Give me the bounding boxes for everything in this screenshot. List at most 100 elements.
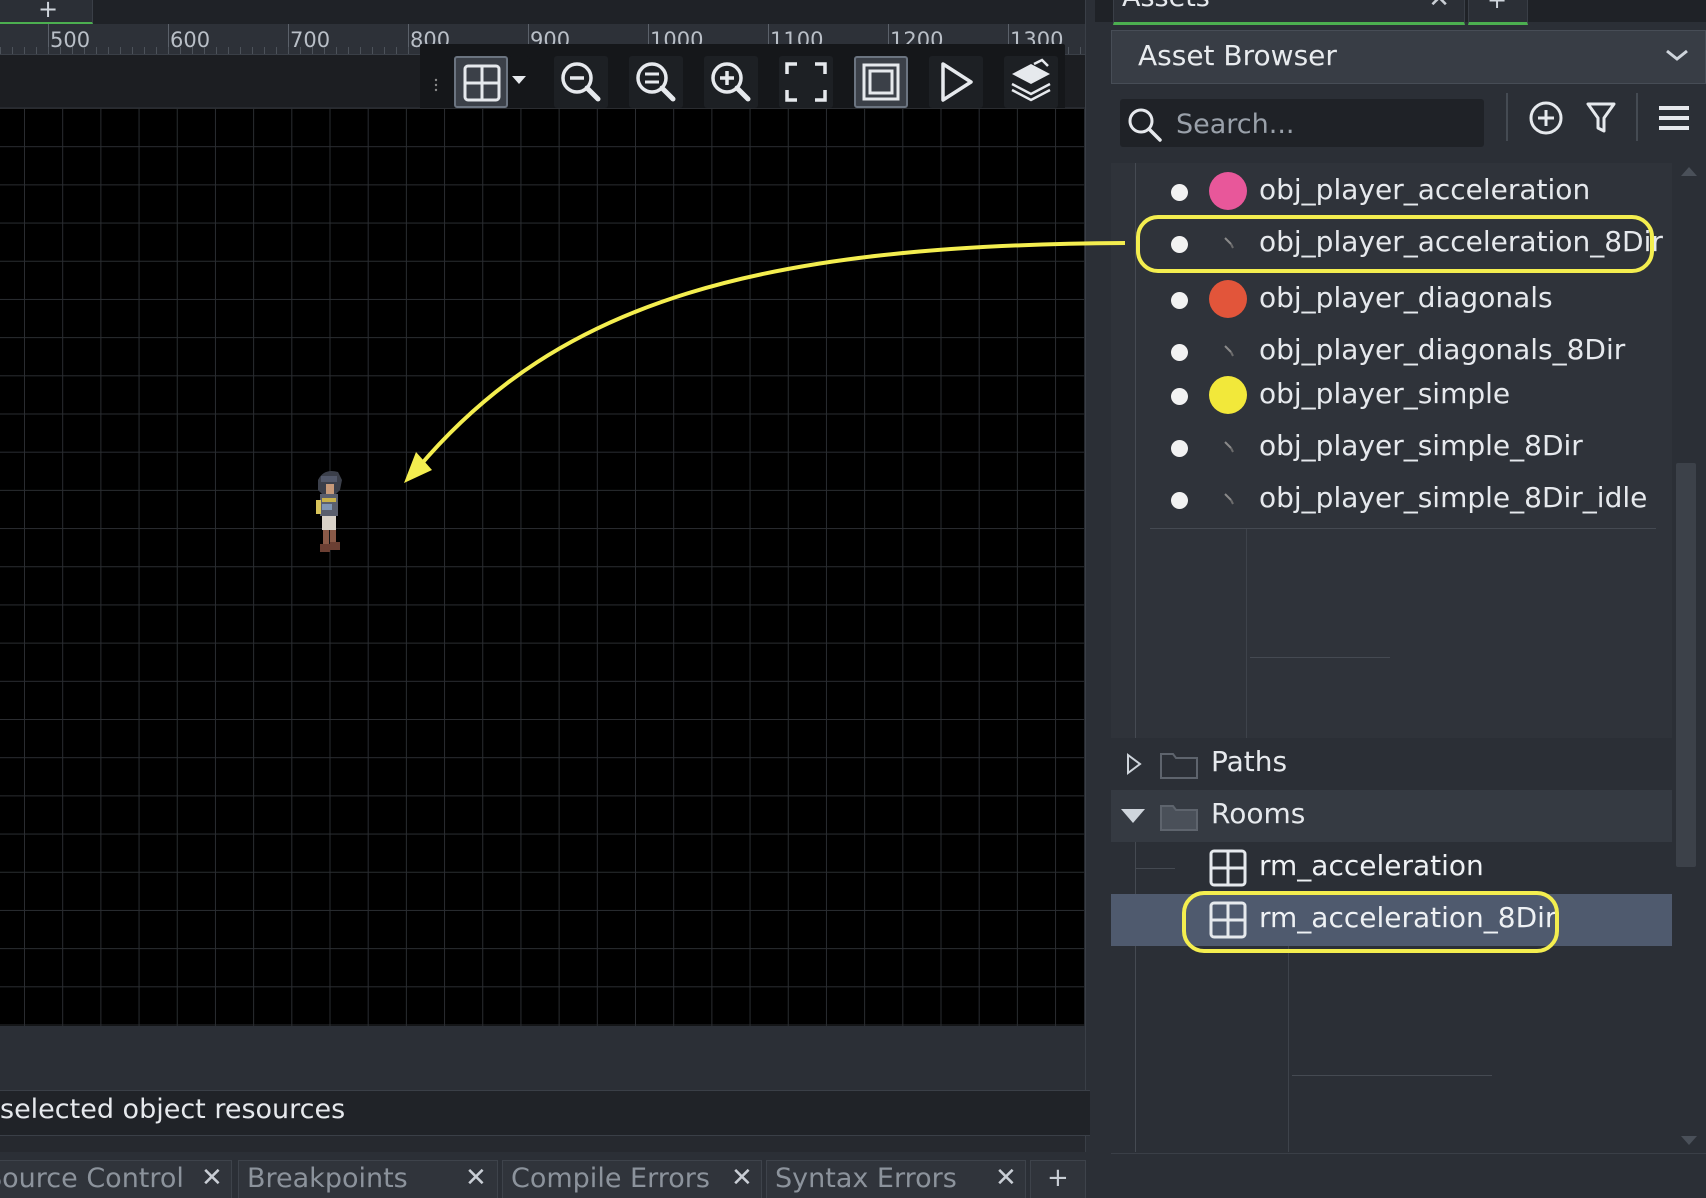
filter-icon[interactable]	[1584, 98, 1618, 138]
layers-icon[interactable]	[1004, 56, 1058, 108]
player-character-sprite[interactable]	[312, 468, 348, 560]
tab-label: Assets	[1122, 0, 1210, 13]
ruler-minor-tick	[0, 47, 1, 54]
ruler-minor-tick	[180, 47, 181, 54]
ruler-minor-tick	[300, 47, 301, 54]
list-item[interactable]: obj_player_simple	[1111, 370, 1672, 422]
tree-divider	[1150, 528, 1656, 529]
bullet-icon	[1171, 492, 1188, 509]
yellow-ball-icon	[1209, 376, 1247, 414]
red-ball-icon	[1209, 280, 1247, 318]
zoom-out-icon[interactable]	[554, 56, 608, 108]
tree-guide-line	[1292, 1075, 1492, 1076]
bottom-tab-strip: Source Control ✕ Breakpoints ✕ Compile E…	[0, 1152, 1095, 1198]
folder-rooms[interactable]: Rooms	[1111, 790, 1672, 842]
tab-source-control[interactable]: Source Control ✕	[0, 1160, 232, 1198]
tab-syntax-errors[interactable]: Syntax Errors ✕	[766, 1160, 1026, 1198]
create-asset-icon[interactable]	[1527, 98, 1565, 138]
ruler-minor-tick	[324, 47, 325, 54]
folder-paths[interactable]: Paths	[1111, 738, 1672, 790]
asset-browser-dropdown[interactable]: Asset Browser	[1111, 30, 1706, 84]
asset-name: obj_player_acceleration	[1259, 173, 1591, 206]
editor-add-tab[interactable]: +	[0, 0, 93, 24]
expand-arrow-icon[interactable]	[1125, 752, 1143, 776]
zoom-in-icon[interactable]	[704, 56, 758, 108]
tab-label: Breakpoints	[247, 1163, 408, 1194]
bullet-icon	[1171, 292, 1188, 309]
ruler-minor-tick	[192, 47, 193, 54]
grid-toggle-icon[interactable]	[454, 56, 508, 108]
tree-guide-line	[1288, 946, 1289, 1152]
ruler-minor-tick	[108, 47, 109, 54]
ruler-minor-tick	[360, 47, 361, 54]
room-bounds-icon[interactable]	[854, 56, 908, 108]
tree-guide-line	[1250, 657, 1390, 658]
ruler-minor-tick	[72, 47, 73, 54]
ruler-minor-tick	[396, 47, 397, 54]
list-item[interactable]: obj_player_diagonals	[1111, 274, 1672, 326]
grid-dropdown-icon[interactable]	[508, 56, 530, 108]
asset-name: obj_player_diagonals	[1259, 281, 1553, 314]
ruler-minor-tick	[84, 47, 85, 54]
ruler-minor-tick	[312, 47, 313, 54]
chevron-down-icon	[1666, 49, 1688, 61]
ruler-minor-tick	[372, 47, 373, 54]
list-item[interactable]: obj_player_simple_8Dir	[1111, 422, 1672, 474]
ruler-minor-tick	[336, 47, 337, 54]
panel-add-tab[interactable]: +	[1468, 0, 1528, 25]
output-bar: selected object resources	[0, 1090, 1090, 1136]
tab-label: Source Control	[0, 1163, 184, 1194]
asset-name: obj_player_simple	[1259, 377, 1511, 410]
ruler-minor-tick	[144, 47, 145, 54]
pink-ball-icon	[1209, 172, 1247, 210]
ruler-minor-tick	[156, 47, 157, 54]
status-text: selected object resources	[0, 1094, 346, 1125]
ruler-minor-tick	[264, 47, 265, 54]
tree-guide-line	[1246, 528, 1247, 738]
scroll-thumb[interactable]	[1676, 463, 1696, 867]
editor-status-area	[0, 1026, 1085, 1090]
ruler-minor-tick	[120, 47, 121, 54]
asset-name: obj_player_simple_8Dir_idle	[1259, 481, 1648, 514]
ruler-minor-tick	[240, 47, 241, 54]
ruler-minor-tick	[96, 47, 97, 54]
asset-name: obj_player_diagonals_8Dir	[1259, 333, 1626, 366]
search-icon	[1128, 108, 1162, 142]
tab-assets[interactable]: Assets ✕	[1113, 0, 1465, 25]
room-canvas[interactable]	[0, 108, 1084, 1026]
add-tab-label: +	[38, 0, 59, 23]
ruler-minor-tick	[48, 47, 49, 54]
search-input[interactable]	[1174, 104, 1478, 144]
collapse-arrow-icon[interactable]	[1119, 806, 1147, 826]
bullet-icon	[1171, 440, 1188, 457]
room-item[interactable]: rm_acceleration	[1111, 842, 1672, 894]
ruler-minor-tick	[408, 47, 409, 54]
folder-label: Paths	[1211, 745, 1288, 778]
ruler-minor-tick	[204, 47, 205, 54]
ruler-minor-tick	[228, 47, 229, 54]
toolbar-grip-icon[interactable]	[434, 78, 438, 92]
list-item[interactable]: obj_player_acceleration	[1111, 166, 1672, 218]
asset-name: obj_player_simple_8Dir	[1259, 429, 1583, 462]
room-toolbar	[420, 44, 1065, 112]
tab-compile-errors[interactable]: Compile Errors ✕	[502, 1160, 762, 1198]
list-item[interactable]: obj_player_simple_8Dir_idle	[1111, 474, 1672, 526]
tab-breakpoints[interactable]: Breakpoints ✕	[238, 1160, 498, 1198]
ruler-minor-tick	[168, 47, 169, 54]
ruler-minor-tick	[24, 47, 25, 54]
ruler-minor-tick	[288, 47, 289, 54]
add-tab-button[interactable]: +	[1030, 1160, 1086, 1198]
close-icon[interactable]: ✕	[1428, 0, 1450, 14]
play-icon[interactable]	[929, 56, 983, 108]
tab-label: Syntax Errors	[775, 1163, 957, 1194]
scroll-down-icon[interactable]	[1680, 1135, 1698, 1147]
menu-icon[interactable]	[1656, 98, 1692, 138]
ruler-minor-tick	[1068, 47, 1069, 54]
tab-label: Compile Errors	[511, 1163, 710, 1194]
fullscreen-icon[interactable]	[779, 56, 833, 108]
search-field[interactable]	[1120, 99, 1484, 147]
ruler-minor-tick	[216, 47, 217, 54]
ruler-minor-tick	[348, 47, 349, 54]
scroll-up-icon[interactable]	[1680, 165, 1698, 177]
zoom-reset-icon[interactable]	[629, 56, 683, 108]
